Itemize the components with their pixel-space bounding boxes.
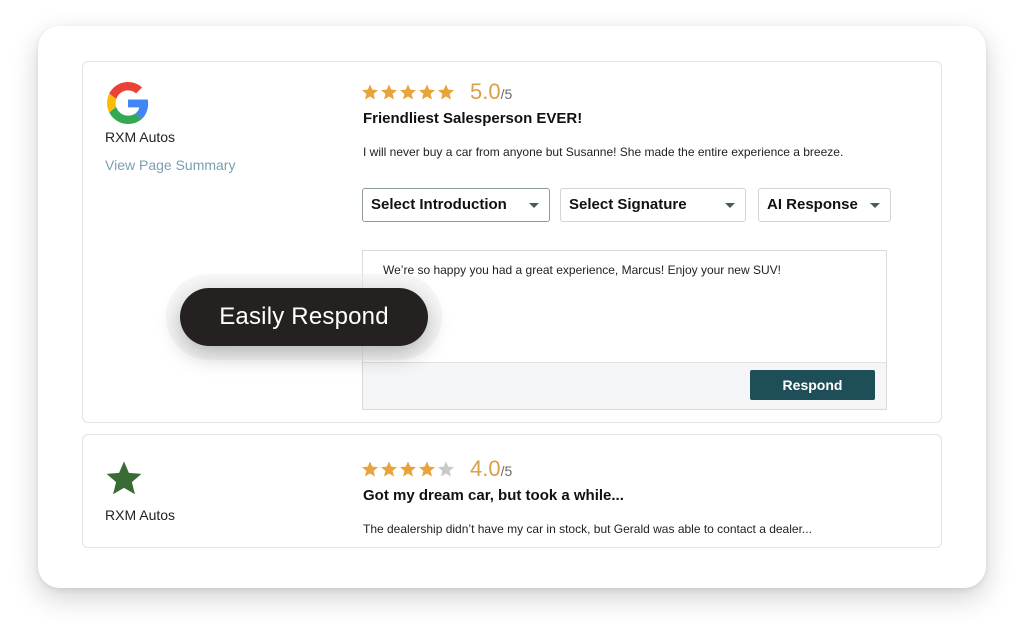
star-rating [361,83,455,101]
rating-value: 5.0/5 [470,79,512,105]
caret-down-icon [529,203,539,208]
response-editor[interactable]: We’re so happy you had a great experienc… [362,250,887,410]
review-title: Friendliest Salesperson EVER! [363,110,583,127]
star-filled-icon [399,84,417,100]
star-rating [361,460,455,478]
star-filled-icon [399,461,417,477]
response-footer: Respond [363,362,886,409]
response-textarea[interactable]: We’re so happy you had a great experienc… [383,263,781,277]
rating-value: 4.0/5 [470,456,512,482]
google-g-icon [107,82,149,124]
caret-down-icon [725,203,735,208]
star-filled-icon [361,461,379,477]
review-card: RXM Autos View Page Summary 5.0/5 Friend… [82,61,942,423]
select-signature-dropdown[interactable]: Select Signature [560,188,746,222]
dropdown-label: Select Signature [569,196,687,213]
view-page-summary-link[interactable]: View Page Summary [105,157,235,173]
dropdown-label: AI Response [767,196,858,213]
star-filled-icon [380,84,398,100]
dropdown-label: Select Introduction [371,196,507,213]
rating-number: 4.0 [470,456,501,481]
review-title: Got my dream car, but took a while... [363,487,624,504]
star-filled-icon [380,461,398,477]
review-card: RXM Autos 4.0/5 Got my dream car, but to… [82,434,942,548]
star-filled-icon [418,84,436,100]
easily-respond-callout: Easily Respond [180,288,428,346]
rating-number: 5.0 [470,79,501,104]
ai-response-dropdown[interactable]: AI Response [758,188,891,222]
green-star-icon [106,461,142,495]
select-introduction-dropdown[interactable]: Select Introduction [362,188,550,222]
caret-down-icon [870,203,880,208]
source-name: RXM Autos [105,129,176,145]
review-body: I will never buy a car from anyone but S… [363,145,844,159]
star-filled-icon [361,84,379,100]
star-filled-icon [418,461,436,477]
rating-out-of: /5 [500,463,513,479]
review-body: The dealership didn’t have my car in sto… [363,522,812,536]
rating-out-of: /5 [500,86,513,102]
source-name: RXM Autos [105,507,176,523]
respond-button[interactable]: Respond [750,370,875,400]
app-frame: RXM Autos View Page Summary 5.0/5 Friend… [38,26,986,588]
star-empty-icon [437,461,455,477]
star-filled-icon [437,84,455,100]
